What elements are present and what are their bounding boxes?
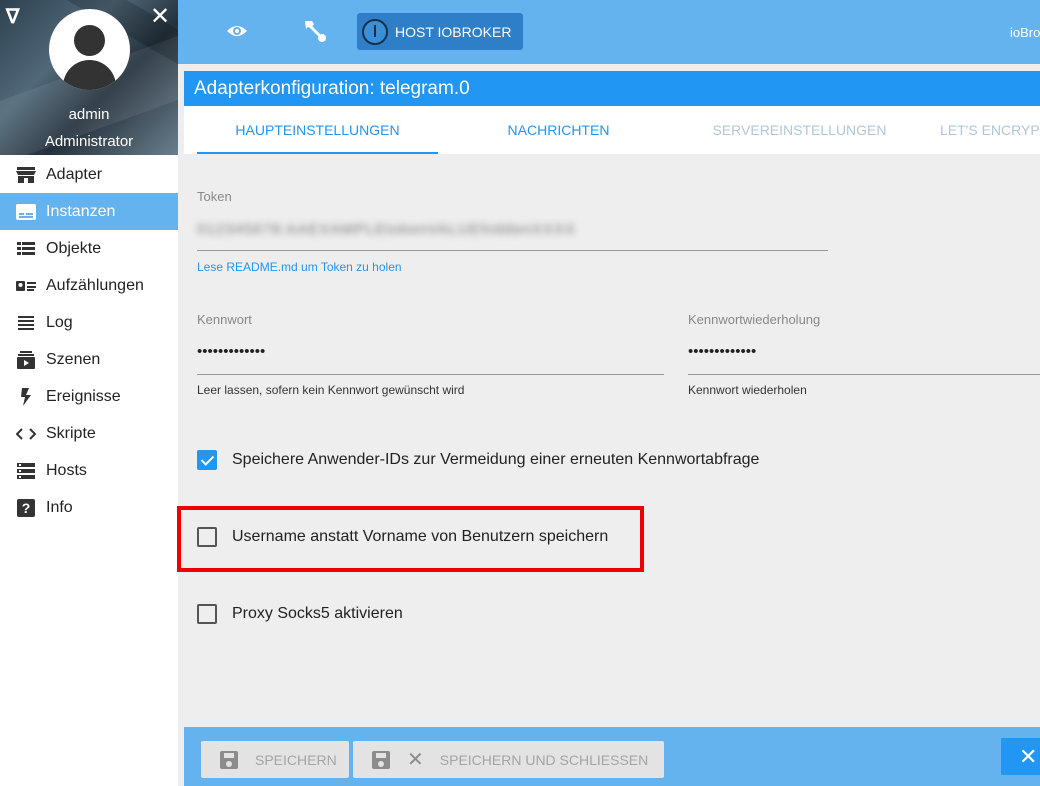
save-button-label: SPEICHERN (255, 751, 337, 768)
sidebar-item-label: Instanzen (46, 202, 116, 220)
avatar-head (74, 25, 105, 56)
sidebar-item-hosts[interactable]: Hosts (0, 452, 178, 489)
save-user-ids-checkbox[interactable] (197, 450, 217, 470)
save-icon (372, 750, 390, 769)
topbar-host-name: ioBroker (1010, 25, 1040, 40)
close-button[interactable]: ✕ (1001, 738, 1040, 775)
token-label: Token (197, 189, 232, 204)
sidebar-item-label: Hosts (46, 461, 87, 479)
sidebar-item-label: Adapter (46, 165, 103, 183)
sidebar-item-label: Szenen (46, 350, 101, 368)
save-close-button-label: SPEICHERN UND SCHLIESSEN (439, 751, 649, 768)
password-repeat-underline (688, 374, 1040, 375)
close-drawer-icon[interactable]: ✕ (150, 2, 170, 31)
help-icon: ? (15, 498, 37, 517)
sidebar-item-instanzen[interactable]: Instanzen (0, 193, 178, 230)
store-icon (15, 166, 37, 184)
checkbox-label: Proxy Socks5 aktivieren (232, 605, 403, 622)
page-title: Adapterkonfiguration: telegram.0 (184, 71, 1040, 106)
power-icon (362, 18, 388, 45)
user-profile-header: ∇ ✕ admin Administrator (0, 0, 178, 155)
password-repeat-help: Kennwort wiederholen (688, 383, 807, 397)
close-icon: ✕ (407, 749, 424, 771)
hosts-icon (15, 462, 37, 480)
checkbox-row-save-user-ids[interactable]: Speichere Anwender-IDs zur Vermeidung ei… (197, 450, 759, 470)
avatar[interactable] (49, 9, 130, 90)
save-button[interactable]: SPEICHERN (201, 741, 349, 778)
scenes-icon (15, 350, 37, 369)
top-bar: HOST IOBROKER ioBroker (178, 0, 1040, 64)
sidebar-item-info[interactable]: ? Info (0, 489, 178, 526)
active-tab-indicator (197, 152, 438, 154)
enum-icon (15, 277, 37, 295)
iobroker-logo-icon[interactable]: ∇ (6, 4, 19, 29)
user-role: Administrator (44, 133, 134, 150)
sidebar-item-label: Ereignisse (46, 387, 121, 405)
sidebar-item-label: Objekte (46, 239, 102, 257)
sidebar-item-aufzaehlungen[interactable]: Aufzählungen (0, 267, 178, 304)
token-underline (197, 250, 828, 251)
password-label: Kennwort (197, 312, 252, 327)
user-name: admin (68, 106, 110, 123)
instances-icon (15, 203, 37, 221)
host-button-label: HOST IOBROKER (395, 23, 512, 40)
red-highlight-box (177, 506, 644, 572)
password-help: Leer lassen, sofern kein Kennwort gewüns… (197, 383, 465, 397)
sidebar-item-log[interactable]: Log (0, 304, 178, 341)
log-icon (15, 314, 37, 332)
token-input[interactable]: 012345678:AAEXAMPLEtokenVALUEhiddenXXXX (197, 221, 576, 238)
list-icon (15, 240, 37, 258)
sidebar-item-objekte[interactable]: Objekte (0, 230, 178, 267)
flash-icon (15, 387, 37, 406)
sidebar-item-label: Log (46, 313, 73, 331)
save-icon (220, 750, 238, 769)
tab-nachrichten[interactable]: NACHRICHTEN (438, 106, 679, 154)
password-underline (197, 374, 664, 375)
avatar-body (63, 60, 116, 90)
sidebar-item-label: Aufzählungen (46, 276, 144, 294)
tab-bar: HAUPTEINSTELLUNGEN NACHRICHTEN SERVEREIN… (184, 106, 1040, 154)
tab-servereinstellungen: SERVEREINSTELLUNGEN (712, 122, 887, 138)
password-repeat-input[interactable]: ••••••••••••• (688, 343, 756, 360)
sidebar-item-adapter[interactable]: Adapter (0, 156, 178, 193)
host-button[interactable]: HOST IOBROKER (357, 13, 523, 50)
tab-haupteinstellungen[interactable]: HAUPTEINSTELLUNGEN (197, 106, 438, 154)
eye-icon[interactable] (226, 20, 248, 42)
footer-bar: SPEICHERN ✕ SPEICHERN UND SCHLIESSEN ✕ (184, 727, 1040, 786)
proxy-socks5-checkbox[interactable] (197, 604, 217, 624)
tab-lets-encrypt: LET'S ENCRYPT (940, 122, 1040, 138)
checkbox-label: Speichere Anwender-IDs zur Vermeidung ei… (232, 451, 760, 468)
sidebar-nav: Adapter Instanzen Objekte Aufzählungen L… (0, 156, 178, 526)
password-repeat-label: Kennwortwiederholung (688, 312, 821, 327)
checkbox-row-proxy-socks5[interactable]: Proxy Socks5 aktivieren (197, 604, 403, 624)
svg-text:?: ? (22, 500, 31, 516)
token-help-link[interactable]: Lese README.md um Token zu holen (197, 260, 402, 274)
save-and-close-button[interactable]: ✕ SPEICHERN UND SCHLIESSEN (353, 741, 664, 778)
sidebar-item-ereignisse[interactable]: Ereignisse (0, 378, 178, 415)
sidebar: ∇ ✕ admin Administrator Adapter Instanze… (0, 0, 178, 786)
sidebar-item-szenen[interactable]: Szenen (0, 341, 178, 378)
sidebar-item-label: Info (46, 498, 73, 516)
code-icon (15, 425, 37, 443)
sidebar-item-label: Skripte (46, 424, 96, 442)
wrench-icon[interactable] (302, 18, 328, 44)
sidebar-item-skripte[interactable]: Skripte (0, 415, 178, 452)
password-input[interactable]: ••••••••••••• (197, 343, 265, 360)
